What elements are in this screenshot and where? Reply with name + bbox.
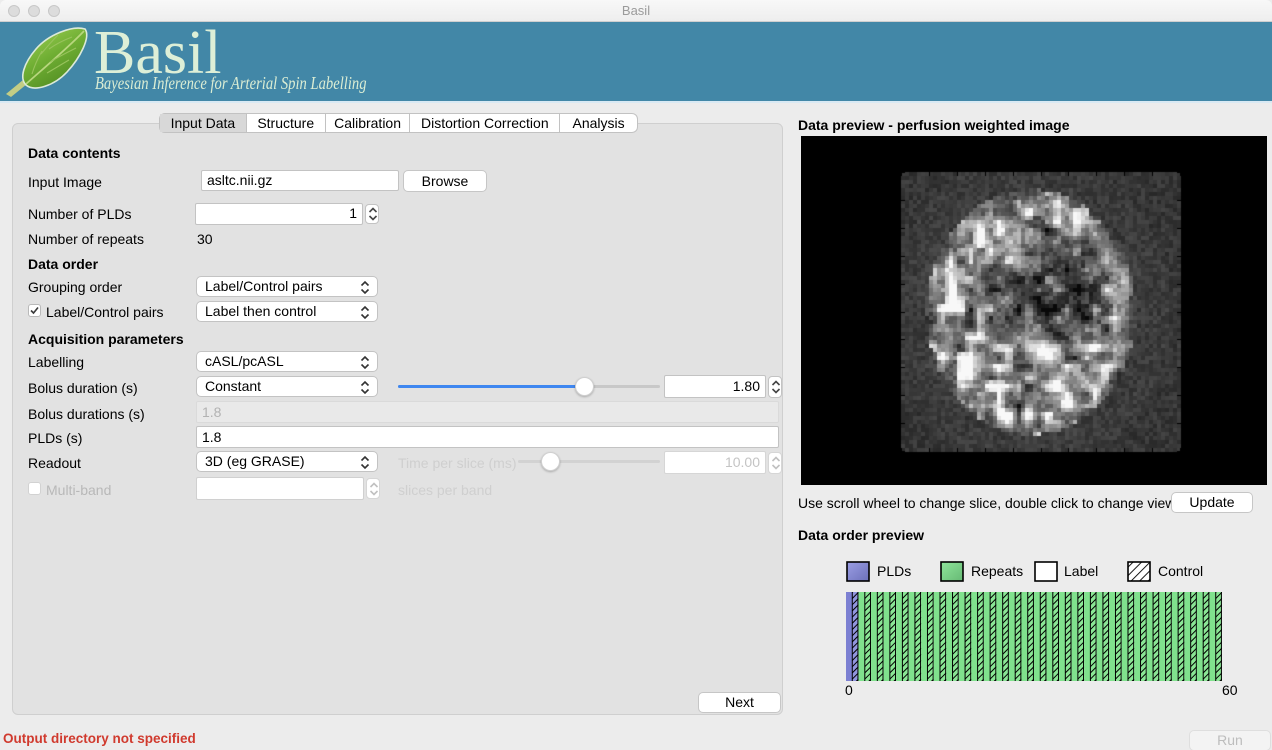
svg-text:Label: Label xyxy=(1064,563,1098,579)
svg-text:PLDs: PLDs xyxy=(877,563,911,579)
svg-text:Control: Control xyxy=(1158,563,1203,579)
svg-text:Repeats: Repeats xyxy=(971,563,1023,579)
